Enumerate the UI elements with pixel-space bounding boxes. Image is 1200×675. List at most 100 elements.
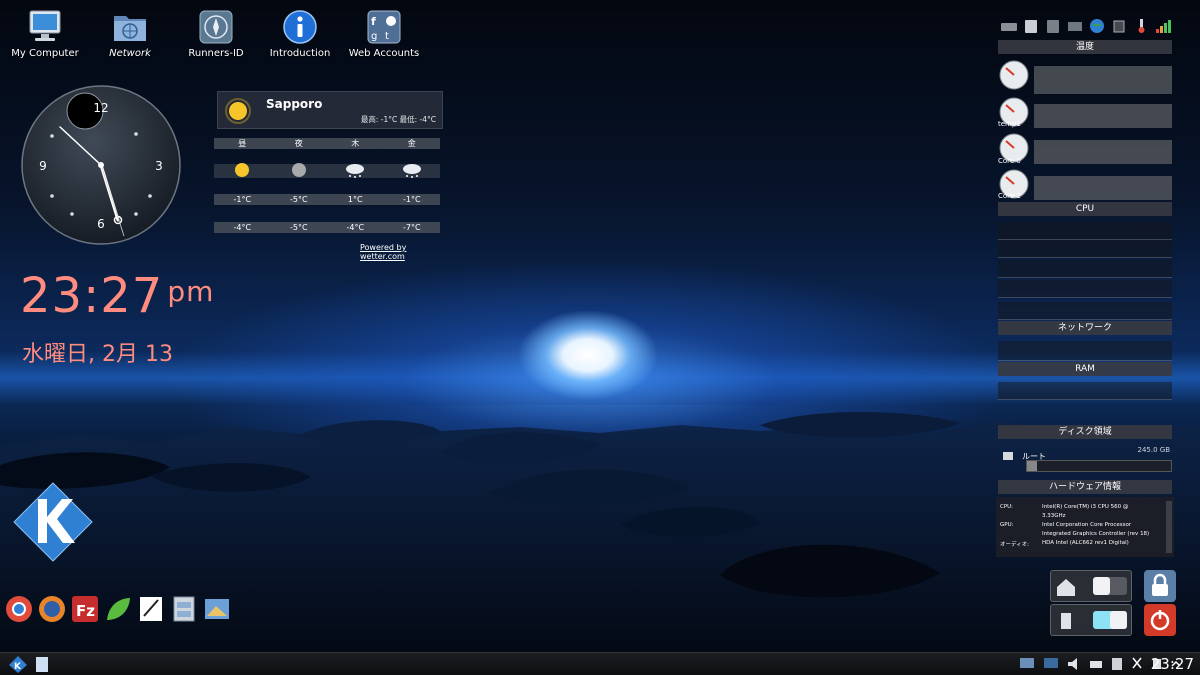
network-icon[interactable] [1066,18,1084,34]
hdd-icon[interactable] [1000,18,1018,34]
printer-icon[interactable] [1088,655,1104,673]
toggle-switch[interactable] [1093,577,1127,595]
hw-row: Integrated Graphics Controller (rev 18) [996,528,1174,537]
weather-powered-link[interactable]: Powered by wetter.com [360,243,448,261]
hw-row: 3.33GHz [996,510,1174,519]
weather-high-row: -1°C -5°C 1°C -1°C [214,194,440,205]
toggle-switch[interactable] [1093,611,1127,629]
app-launcher-dock: Fz [4,594,232,626]
weather-day-label: 昼 [238,139,247,148]
desktop-icon-runners-id[interactable]: Runners-ID [180,8,252,59]
hw-value: Intel(R) Core(TM) i3 CPU 560 @ [1042,504,1129,510]
disk-size: 245.0 GB [1137,446,1171,454]
disk-usage-bar [1026,460,1172,472]
home-icon [1057,579,1075,596]
clipboard-icon[interactable] [1110,655,1124,673]
weather-day-row: 昼 夜 木 金 [214,138,440,149]
chrome-icon[interactable] [4,594,34,624]
desktop-icon-my-computer[interactable]: My Computer [9,8,81,59]
desktop-icon-web-accounts[interactable]: fgt Web Accounts [348,8,420,59]
file-cabinet-icon[interactable] [169,594,199,624]
clock-numeral-6: 6 [97,217,105,231]
taskbar: K 23:27 [0,652,1200,675]
analog-clock-widget: 12 3 6 9 [20,84,182,246]
ram-header: RAM [998,362,1172,376]
sensor-label: Core 0 [998,157,1021,165]
desktop-icon-label: Introduction [269,48,331,59]
desktop-icon-label: Runners-ID [188,48,244,59]
temperature-graph [1034,140,1172,164]
hw-row: CPU: Intel(R) Core(TM) i3 CPU 560 @ [996,497,1174,510]
digital-clock-time: 23:27 pm [20,270,214,322]
screen-icon[interactable] [1042,655,1060,673]
sun-icon [225,98,251,124]
network-folder-icon [111,8,149,46]
firefox-icon[interactable] [37,594,67,624]
thermometer-icon[interactable] [1132,18,1150,34]
desktop-icon-network[interactable]: Network [94,8,166,59]
cpu-core-graph [998,240,1172,258]
weather-high-temp: -1°C [402,195,421,204]
weather-low-temp: -5°C [289,223,308,232]
weather-high-low: 最高: -1°C 最低: -4°C [360,115,436,124]
chip-icon[interactable] [1110,18,1128,34]
leaf-app-icon[interactable] [103,594,133,624]
taskbar-clock[interactable]: 23:27 [1151,655,1194,673]
pager-icon[interactable] [34,656,50,673]
usb-icon [1061,613,1071,629]
svg-text:g: g [371,31,377,42]
hw-scrollbar[interactable] [1166,501,1172,553]
temperature-graph [1034,104,1172,128]
weather-low-temp: -7°C [402,223,421,232]
svg-text:f: f [371,15,376,28]
kde-menu-icon[interactable]: K [8,655,28,674]
hw-key: オーディオ: [1000,542,1029,548]
scissors-icon[interactable] [1130,655,1144,673]
temperature-header: 温度 [998,40,1172,54]
text-editor-icon[interactable] [136,594,166,624]
desktop-icon-introduction[interactable]: Introduction [264,8,336,59]
disk-icon[interactable] [1044,18,1062,34]
weather-low-temp: -4°C [346,223,365,232]
volume-icon[interactable] [1066,655,1082,673]
weather-header: Sapporo 最高: -1°C 最低: -4°C [217,91,443,129]
hw-key [1000,513,1036,519]
hw-row: GPU: Intel Corporation Core Processor [996,519,1174,528]
photo-app-icon[interactable] [202,594,232,624]
hw-row: オーディオ: HDA Intel (ALC662 rev1 Digital) [996,537,1174,548]
drive-icon[interactable] [1022,18,1040,34]
desktop-icon-label: Web Accounts [348,48,420,59]
sun-icon [235,163,250,177]
compass-icon [197,8,235,46]
lock-button[interactable] [1144,570,1176,602]
signal-icon[interactable] [1154,18,1172,34]
usb-toggle[interactable] [1050,604,1132,636]
digital-clock-ampm: pm [167,275,215,308]
weather-low-row: -4°C -5°C -4°C -7°C [214,222,440,233]
power-icon [1150,610,1170,631]
cpu-header: CPU [998,202,1172,216]
hardware-info-list[interactable]: CPU: Intel(R) Core(TM) i3 CPU 560 @ 3.33G… [996,497,1174,557]
globe-icon[interactable] [1088,18,1106,34]
clock-numeral-12: 12 [93,101,108,115]
hw-key: GPU: [1000,522,1014,528]
lock-icon [1152,573,1168,596]
filezilla-icon[interactable]: Fz [70,594,100,624]
digital-clock-date: 水曜日, 2月 13 [22,342,173,367]
kde-logo [13,482,93,562]
disk-usage-fill [1027,461,1037,471]
cpu-core-graph [998,302,1172,320]
hw-value: Integrated Graphics Controller (rev 18) [1042,531,1150,537]
digital-clock-hhmm: 23:27 [20,268,164,324]
hw-key [1000,531,1036,537]
weather-high-temp: -5°C [289,195,308,204]
monitor-icon[interactable] [1018,655,1036,673]
cpu-core-graph [998,280,1172,298]
home-toggle[interactable] [1050,570,1132,602]
network-graph [998,341,1172,361]
weather-icon-row [214,163,440,178]
moon-icon [291,163,306,177]
weather-high-temp: 1°C [347,195,363,204]
power-button[interactable] [1144,604,1176,636]
hardware-header: ハードウェア情報 [998,480,1172,494]
